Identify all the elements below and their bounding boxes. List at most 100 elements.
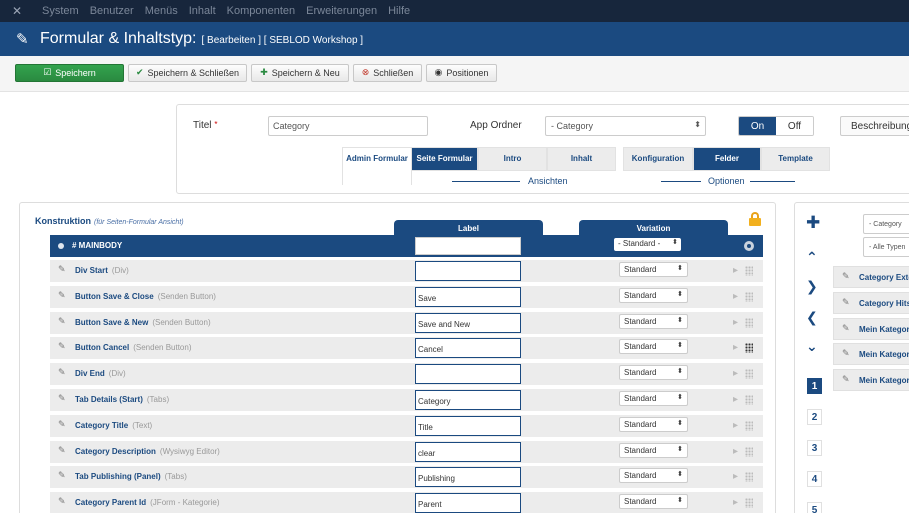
save-close-button[interactable]: ✔ Speichern & Schließen xyxy=(128,64,247,82)
joomla-logo-icon[interactable] xyxy=(12,5,24,17)
field-label-input[interactable] xyxy=(415,364,521,385)
pencil-icon[interactable]: ✎ xyxy=(842,349,850,359)
chevron-right-icon[interactable]: ▸ xyxy=(733,291,738,302)
pencil-icon[interactable]: ✎ xyxy=(58,342,66,352)
tab-template[interactable]: Template xyxy=(761,147,830,171)
chevron-right-icon[interactable]: ▸ xyxy=(733,420,738,431)
chevron-right-icon[interactable]: ▸ xyxy=(733,394,738,405)
position-toggle-icon[interactable] xyxy=(744,241,754,251)
drag-handle-icon[interactable] xyxy=(745,343,753,354)
page-5-button[interactable]: 5 xyxy=(807,502,822,513)
pencil-icon[interactable]: ✎ xyxy=(58,291,66,301)
field-row[interactable]: ✎ Div End (Div) Standard ⬍ ▸ xyxy=(50,363,763,386)
drag-handle-icon[interactable] xyxy=(745,472,753,483)
field-label-input[interactable]: Save and New xyxy=(415,312,521,333)
pencil-icon[interactable]: ✎ xyxy=(58,420,66,430)
field-row[interactable]: ✎ Button Save & New (Senden Button) Save an… xyxy=(50,311,763,334)
field-variation-select[interactable]: Standard ⬍ xyxy=(619,313,688,329)
tab-intro[interactable]: Intro xyxy=(478,147,547,171)
add-field-icon[interactable]: ✚ xyxy=(806,213,820,233)
description-button[interactable]: Beschreibung xyxy=(840,116,909,136)
field-variation-select[interactable]: Standard ⬍ xyxy=(619,442,688,458)
field-label-input[interactable]: Cancel xyxy=(415,338,521,359)
positions-button[interactable]: ◉ Positionen xyxy=(426,64,497,82)
move-up-icon[interactable]: ⌃ xyxy=(806,250,818,266)
library-field-item[interactable]: ✎Category Extended xyxy=(833,266,909,288)
category-filter-select[interactable]: - Category xyxy=(863,214,909,234)
field-row[interactable]: ✎ Category Description (Wysiwyg Editor) cle… xyxy=(50,440,763,463)
field-variation-select[interactable]: Standard ⬍ xyxy=(619,365,688,381)
drag-handle-icon[interactable] xyxy=(745,266,753,276)
toggle-on[interactable]: On xyxy=(739,117,776,135)
field-variation-select[interactable]: Standard ⬍ xyxy=(619,391,688,406)
move-down-icon[interactable]: ⌄ xyxy=(806,339,818,355)
field-variation-select[interactable]: Standard ⬍ xyxy=(619,287,688,303)
mainbody-position-row[interactable]: # MAINBODY - Standard - ⬍ xyxy=(50,235,763,257)
tab-configuration[interactable]: Konfiguration xyxy=(623,147,693,171)
field-label-input[interactable]: Publishing xyxy=(415,467,521,488)
save-new-button[interactable]: ✚ Speichern & Neu xyxy=(251,64,349,82)
field-label-input[interactable]: Parent xyxy=(415,493,521,513)
chevron-right-icon[interactable]: ▸ xyxy=(733,368,738,379)
field-label-input[interactable]: clear xyxy=(415,441,521,462)
page-2-button[interactable]: 2 xyxy=(807,409,822,425)
pencil-icon[interactable]: ✎ xyxy=(58,265,66,275)
page-1-button[interactable]: 1 xyxy=(807,378,822,394)
field-label-input[interactable]: Save xyxy=(415,286,521,307)
field-row[interactable]: ✎ Category Title (Text) Title Standard ⬍ ▸ xyxy=(50,414,763,437)
move-right-icon[interactable]: ❯ xyxy=(806,279,818,295)
title-input[interactable]: Category xyxy=(268,116,428,136)
field-row[interactable]: ✎ Tab Publishing (Panel) (Tabs) Publishing S… xyxy=(50,466,763,489)
on-off-toggle[interactable]: On Off xyxy=(738,116,814,136)
chevron-right-icon[interactable]: ▸ xyxy=(733,446,738,457)
drag-handle-icon[interactable] xyxy=(745,369,753,380)
save-button[interactable]: ☑ Speichern xyxy=(15,64,124,82)
field-row[interactable]: ✎ Button Save & Close (Senden Button) Save S… xyxy=(50,285,763,308)
tab-content[interactable]: Inhalt xyxy=(547,147,616,171)
field-variation-select[interactable]: Standard ⬍ xyxy=(619,416,688,432)
library-field-item[interactable]: ✎Mein Kategorie xyxy=(833,343,909,366)
field-row[interactable]: ✎ Button Cancel (Senden Button) Cancel Stand… xyxy=(50,337,763,360)
pencil-icon[interactable]: ✎ xyxy=(58,368,66,378)
lock-icon[interactable] xyxy=(749,212,761,226)
chevron-right-icon[interactable]: ▸ xyxy=(733,342,738,353)
chevron-right-icon[interactable]: ▸ xyxy=(733,265,738,276)
chevron-right-icon[interactable]: ▸ xyxy=(733,317,738,328)
pencil-icon[interactable]: ✎ xyxy=(842,375,850,385)
type-filter-select[interactable]: - Alle Typen xyxy=(863,237,909,257)
field-variation-select[interactable]: Standard ⬍ xyxy=(619,468,688,484)
field-label-input[interactable] xyxy=(415,261,521,281)
library-field-item[interactable]: ✎ Category Hits xyxy=(833,291,909,314)
drag-handle-icon[interactable] xyxy=(745,420,753,431)
chevron-right-icon[interactable]: ▸ xyxy=(733,471,738,482)
pencil-icon[interactable]: ✎ xyxy=(842,324,850,334)
pencil-icon[interactable]: ✎ xyxy=(842,272,850,282)
library-field-item[interactable]: ✎Mein Kategorie xyxy=(833,317,909,340)
field-variation-select[interactable]: Standard ⬍ xyxy=(619,262,688,277)
page-4-button[interactable]: 4 xyxy=(807,471,822,487)
menu-components[interactable]: Komponenten xyxy=(227,5,296,17)
pencil-icon[interactable]: ✎ xyxy=(58,394,66,404)
pencil-icon[interactable]: ✎ xyxy=(58,471,66,481)
app-folder-select[interactable]: - Category ⬍ xyxy=(545,116,706,136)
field-label-input[interactable]: Title xyxy=(415,415,521,436)
pencil-icon[interactable]: ✎ xyxy=(842,298,850,308)
toggle-off[interactable]: Off xyxy=(776,117,813,135)
field-row[interactable]: ✎ Tab Details (Start) (Tabs) Category Standa… xyxy=(50,389,763,411)
pencil-icon[interactable]: ✎ xyxy=(58,497,66,507)
drag-handle-icon[interactable] xyxy=(745,498,753,509)
menu-content[interactable]: Inhalt xyxy=(189,5,216,17)
pencil-icon[interactable]: ✎ xyxy=(58,317,66,327)
pencil-icon[interactable]: ✎ xyxy=(58,446,66,456)
menu-menus[interactable]: Menüs xyxy=(145,5,178,17)
drag-handle-icon[interactable] xyxy=(745,291,753,302)
tab-fields[interactable]: Felder xyxy=(693,147,761,171)
drag-handle-icon[interactable] xyxy=(745,395,753,405)
tab-site-form[interactable]: Seite Formular xyxy=(411,147,478,171)
page-3-button[interactable]: 3 xyxy=(807,440,822,456)
field-variation-select[interactable]: Standard ⬍ xyxy=(619,494,688,510)
mainbody-variation-select[interactable]: - Standard - ⬍ xyxy=(614,238,681,251)
menu-extensions[interactable]: Erweiterungen xyxy=(306,5,377,17)
drag-handle-icon[interactable] xyxy=(745,317,753,328)
field-row[interactable]: ✎ Category Parent Id (JForm - Kategorie) Pa… xyxy=(50,492,763,513)
